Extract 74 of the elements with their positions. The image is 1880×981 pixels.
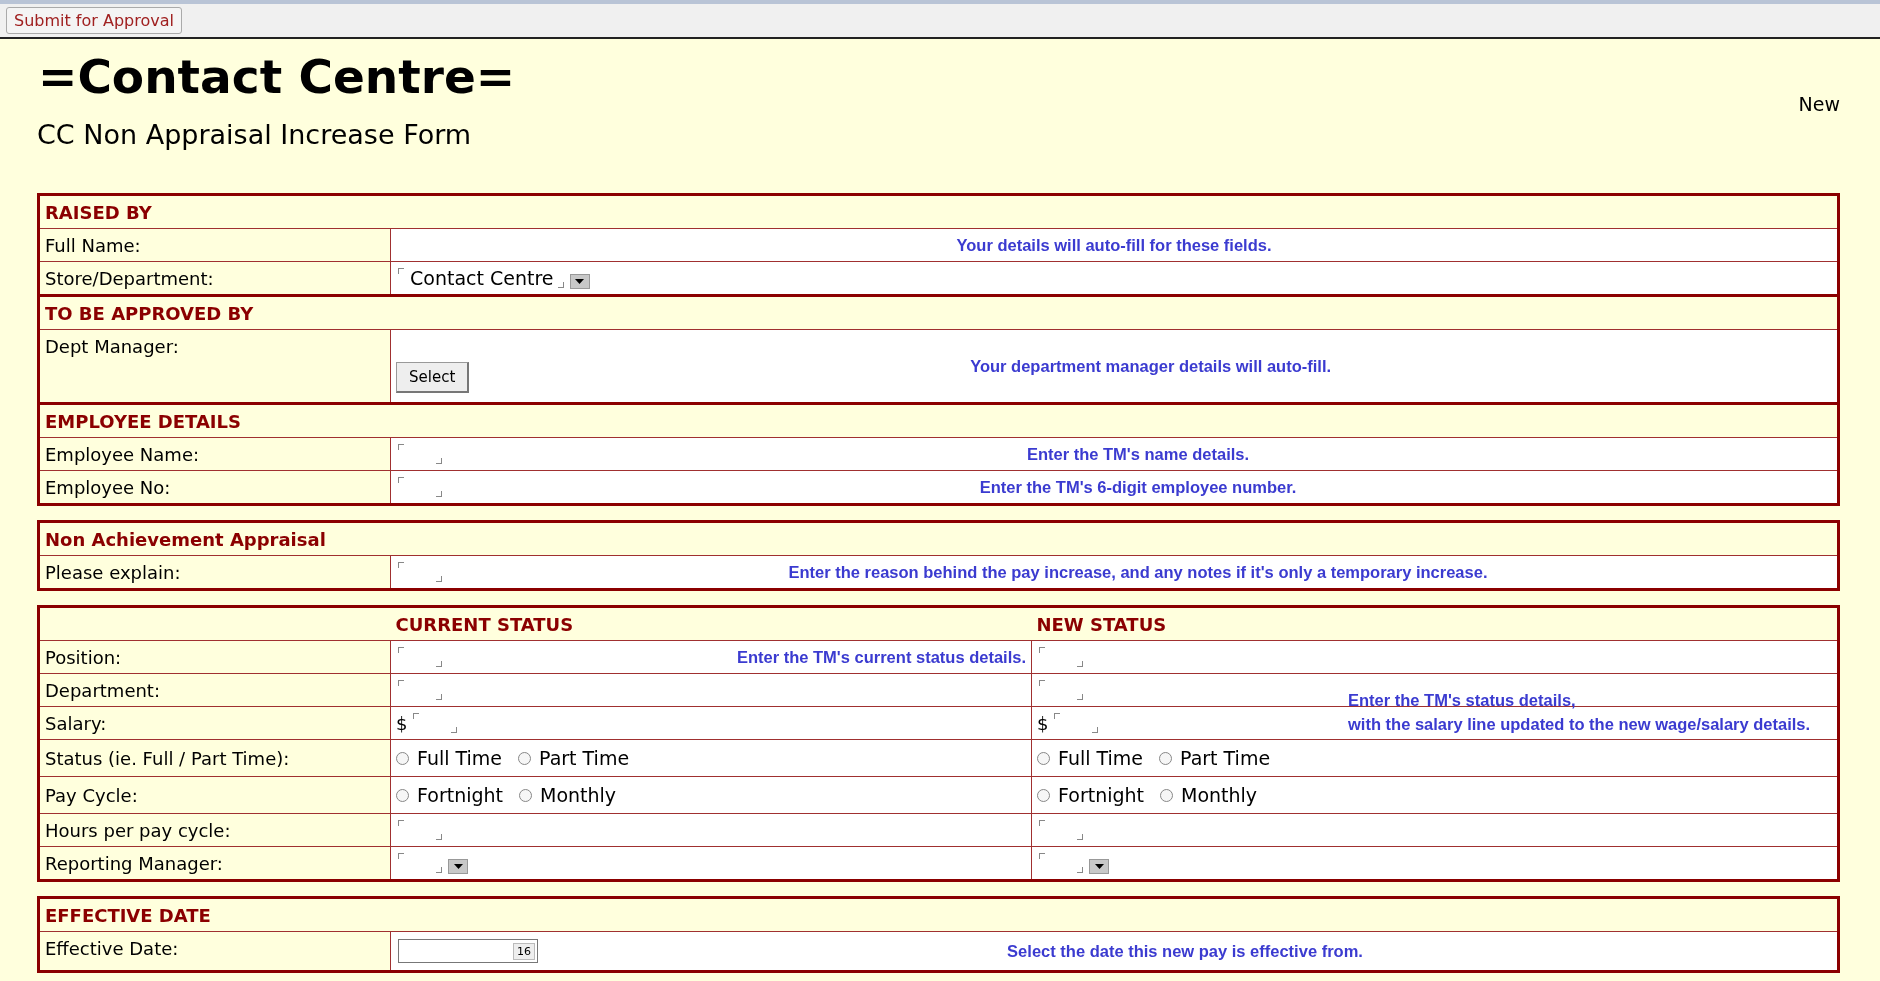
- radio-button[interactable]: [396, 751, 409, 765]
- input-field[interactable]: [396, 562, 444, 582]
- field-label: Please explain:: [45, 561, 181, 583]
- input-field[interactable]: [396, 647, 444, 667]
- status-label: New: [1798, 93, 1840, 115]
- radio-button[interactable]: [1037, 751, 1050, 765]
- section-heading: EMPLOYEE DETAILS: [45, 410, 241, 432]
- radio-label: Full Time: [1058, 747, 1144, 769]
- field-label: Store/Department:: [45, 267, 214, 289]
- form-title: =Contact Centre=: [38, 49, 516, 106]
- hint-text: Enter the TM's current status details.: [735, 647, 1026, 667]
- calendar-button[interactable]: 16: [513, 942, 535, 960]
- field-label: Employee Name:: [45, 443, 200, 465]
- input-field[interactable]: [1052, 713, 1101, 733]
- hint-text: Enter the TM's name details.: [1025, 444, 1251, 464]
- input-field[interactable]: [396, 820, 444, 840]
- dropdown-button[interactable]: [448, 858, 468, 874]
- section-heading: Non Achievement Appraisal: [45, 528, 326, 550]
- form-subtitle: CC Non Appraisal Increase Form: [37, 119, 473, 151]
- caret-icon: [1094, 863, 1104, 869]
- dropdown-button[interactable]: [1089, 858, 1109, 874]
- caret-icon: [453, 863, 463, 869]
- input-field[interactable]: [396, 477, 444, 497]
- hint-text: Enter the TM's 6-digit employee number.: [978, 477, 1298, 497]
- radio-label: Part Time: [1180, 747, 1271, 769]
- radio-label: Monthly: [540, 784, 617, 806]
- column-heading: CURRENT STATUS: [395, 613, 574, 635]
- hint-text: Your details will auto-fill for these fields.: [955, 235, 1273, 255]
- input-field[interactable]: [1037, 820, 1085, 840]
- input-field[interactable]: [411, 713, 460, 733]
- input-field[interactable]: [396, 680, 444, 700]
- input-field[interactable]: [396, 853, 444, 873]
- column-heading: NEW STATUS: [1036, 613, 1167, 635]
- input-field[interactable]: [1037, 853, 1085, 873]
- field-label: Employee No:: [45, 476, 171, 498]
- submit-button[interactable]: Submit for Approval: [6, 7, 182, 34]
- radio-button[interactable]: [1160, 788, 1173, 802]
- section-heading: RAISED BY: [45, 201, 152, 223]
- radio-label: Full Time: [417, 747, 503, 769]
- field-label: Position:: [45, 646, 122, 668]
- hint-text: Enter the TM's status details, with the salary line updated to the new wage/salary details.: [1348, 690, 1811, 735]
- caret-icon: [575, 278, 584, 284]
- field-label: Hours per pay cycle:: [45, 819, 231, 841]
- radio-button[interactable]: [396, 788, 409, 802]
- dropdown-button[interactable]: [569, 273, 590, 289]
- input-field[interactable]: Contact Centre: [396, 268, 566, 288]
- select-button[interactable]: Select: [396, 361, 470, 393]
- input-field[interactable]: [1037, 680, 1085, 700]
- date-field[interactable]: 16: [398, 939, 538, 963]
- hint-text: Select the date this new pay is effective from.: [1006, 941, 1364, 961]
- field-label: Dept Manager:: [45, 336, 179, 357]
- field-label: Salary:: [45, 712, 107, 734]
- radio-label: Part Time: [539, 747, 630, 769]
- currency-symbol: $: [396, 712, 408, 734]
- radio-label: Fortnight: [417, 784, 503, 806]
- input-field[interactable]: [396, 444, 444, 464]
- radio-button[interactable]: [518, 751, 532, 765]
- currency-symbol: $: [1037, 712, 1049, 734]
- hint-text: Enter the reason behind the pay increase, and any notes if it's only a temporary increase.: [787, 562, 1489, 582]
- field-label: Full Name:: [45, 234, 141, 256]
- radio-button[interactable]: [1037, 788, 1050, 802]
- section-heading: EFFECTIVE DATE: [45, 904, 211, 926]
- field-label: Pay Cycle:: [45, 784, 138, 806]
- section-heading: TO BE APPROVED BY: [45, 302, 254, 324]
- field-label: Department:: [45, 679, 160, 701]
- radio-button[interactable]: [519, 788, 532, 802]
- field-label: Status (ie. Full / Part Time):: [45, 747, 290, 769]
- field-label: Reporting Manager:: [45, 852, 223, 874]
- radio-label: Fortnight: [1058, 784, 1144, 806]
- hint-text: Your department manager details will auto-fill.: [969, 356, 1333, 376]
- radio-button[interactable]: [1159, 751, 1173, 765]
- input-field[interactable]: [1037, 647, 1085, 667]
- radio-label: Monthly: [1181, 784, 1258, 806]
- field-label: Effective Date:: [45, 938, 179, 959]
